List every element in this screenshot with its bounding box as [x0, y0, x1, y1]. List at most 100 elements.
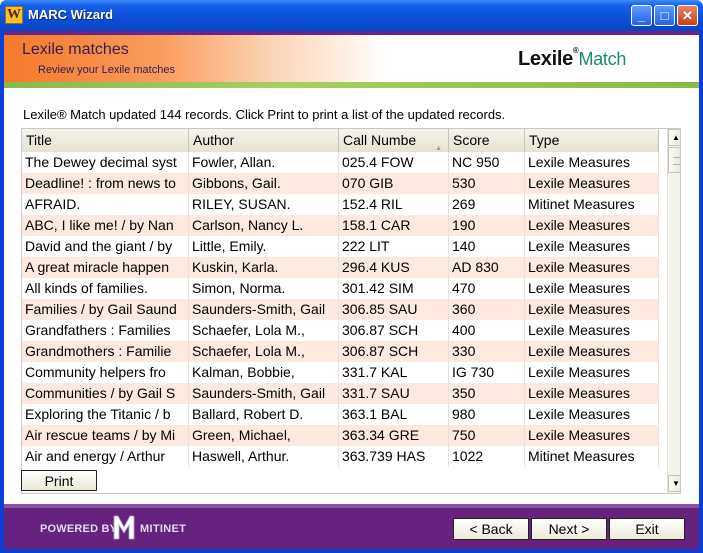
table-cell: NC 950 [449, 152, 525, 173]
table-cell: 269 [449, 194, 525, 215]
table-cell: Exploring the Titanic / b [22, 404, 189, 425]
table-row[interactable]: A great miracle happen Kuskin, Karla. 296.… [22, 257, 659, 278]
table-cell: Saunders-Smith, Gail [189, 383, 339, 404]
column-header-type[interactable]: Type [525, 129, 659, 152]
minimize-button[interactable]: _ [631, 5, 652, 26]
table-cell: 296.4 KUS [339, 257, 449, 278]
table-row[interactable]: Community helpers fro Kalman, Bobbie, 331.… [22, 362, 659, 383]
powered-by-text: POWERED BY [40, 523, 118, 535]
table-cell: Lexile Measures [525, 278, 659, 299]
table-cell: 306.87 SCH [339, 320, 449, 341]
table-cell: 158.1 CAR [339, 215, 449, 236]
table-cell: Communities / by Gail S [22, 383, 189, 404]
mitinet-brand-text: MITINET [140, 523, 187, 535]
table-cell: Lexile Measures [525, 152, 659, 173]
table-cell: David and the giant / by [22, 236, 189, 257]
table-cell: RILEY, SUSAN. [189, 194, 339, 215]
table-cell: 140 [449, 236, 525, 257]
table-cell: 331.7 KAL [339, 362, 449, 383]
table-row[interactable]: Grandmothers : Familie Schaefer, Lola M.,… [22, 341, 659, 362]
scroll-up-icon[interactable]: ▲ [668, 129, 680, 146]
table-cell: Lexile Measures [525, 404, 659, 425]
column-header-label: Type [529, 132, 560, 148]
table-cell: Lexile Measures [525, 299, 659, 320]
header-banner: Lexile matches Review your Lexile matche… [4, 31, 699, 82]
table-row[interactable]: Families / by Gail Saund Saunders-Smith, … [22, 299, 659, 320]
table-row[interactable]: The Dewey decimal syst Fowler, Allan. 025.… [22, 152, 659, 173]
table-cell: 1022 [449, 446, 525, 467]
table-cell: 400 [449, 320, 525, 341]
back-button[interactable]: < Back [453, 518, 529, 540]
maximize-button[interactable]: □ [654, 5, 675, 26]
app-icon[interactable]: W [5, 6, 23, 24]
vertical-scrollbar[interactable]: ▲ ▼ [667, 129, 680, 493]
column-header-label: Score [453, 132, 490, 148]
table-cell: Mitinet Measures [525, 446, 659, 467]
table-cell: Lexile Measures [525, 173, 659, 194]
table-cell: Kuskin, Karla. [189, 257, 339, 278]
table-cell: Grandfathers : Families [22, 320, 189, 341]
table-cell: 190 [449, 215, 525, 236]
print-button[interactable]: Print [21, 470, 97, 491]
scroll-down-icon[interactable]: ▼ [668, 475, 680, 492]
table-cell: All kinds of families. [22, 278, 189, 299]
table-row[interactable]: Air and energy / Arthur Haswell, Arthur. 3… [22, 446, 659, 467]
table-cell: Lexile Measures [525, 425, 659, 446]
marc-wizard-window: W MARC Wizard _ □ ✕ Lexile matches Revie… [0, 0, 703, 553]
table-cell: Community helpers fro [22, 362, 189, 383]
table-cell: Families / by Gail Saund [22, 299, 189, 320]
logo-registered-mark: ® [572, 46, 579, 55]
table-cell: Air rescue teams / by Mi [22, 425, 189, 446]
column-header-label: Call Numbe [343, 132, 417, 148]
logo-match-text: Match [578, 49, 627, 69]
table-cell: 980 [449, 404, 525, 425]
column-header-call-number[interactable]: Call Numbe ▲ [339, 129, 449, 152]
table-cell: A great miracle happen [22, 257, 189, 278]
table-row[interactable]: Grandfathers : Families Schaefer, Lola M.… [22, 320, 659, 341]
wizard-client-area: Lexile matches Review your Lexile matche… [4, 31, 699, 549]
table-cell: Deadline! : from news to [22, 173, 189, 194]
table-cell: AFRAID. [22, 194, 189, 215]
table-body: The Dewey decimal syst Fowler, Allan. 025.… [22, 152, 659, 493]
table-cell: 530 [449, 173, 525, 194]
table-cell: 331.7 SAU [339, 383, 449, 404]
table-cell: The Dewey decimal syst [22, 152, 189, 173]
title-bar[interactable]: W MARC Wizard _ □ ✕ [0, 0, 703, 31]
table-cell: 750 [449, 425, 525, 446]
table-row[interactable]: Communities / by Gail S Saunders-Smith, G… [22, 383, 659, 404]
table-row[interactable]: AFRAID. RILEY, SUSAN. 152.4 RIL 269 Mitinet … [22, 194, 659, 215]
table-cell: Simon, Norma. [189, 278, 339, 299]
table-row[interactable]: Air rescue teams / by Mi Green, Michael, 3… [22, 425, 659, 446]
table-row[interactable]: Deadline! : from news to Gibbons, Gail. 07… [22, 173, 659, 194]
next-button[interactable]: Next > [531, 518, 607, 540]
scrollbar-thumb[interactable] [668, 147, 680, 173]
table-cell: AD 830 [449, 257, 525, 278]
table-cell: Schaefer, Lola M., [189, 320, 339, 341]
table-cell: 025.4 FOW [339, 152, 449, 173]
exit-button[interactable]: Exit [609, 518, 685, 540]
lexile-match-logo: Lexile®Match [518, 46, 627, 71]
column-header-title[interactable]: Title [22, 129, 189, 152]
mitinet-m-logo [113, 515, 135, 540]
table-cell: 470 [449, 278, 525, 299]
table-row[interactable]: All kinds of families. Simon, Norma. 301.4… [22, 278, 659, 299]
table-row[interactable]: ABC, I like me! / by Nan Carlson, Nancy L… [22, 215, 659, 236]
table-cell: Carlson, Nancy L. [189, 215, 339, 236]
table-row[interactable]: Exploring the Titanic / b Ballard, Robert… [22, 404, 659, 425]
table-row[interactable]: David and the giant / by Little, Emily. 22… [22, 236, 659, 257]
column-header-score[interactable]: Score [449, 129, 525, 152]
table-cell: 330 [449, 341, 525, 362]
table-cell: Grandmothers : Familie [22, 341, 189, 362]
close-button[interactable]: ✕ [677, 5, 698, 26]
header-top-divider [4, 31, 699, 35]
table-cell: Green, Michael, [189, 425, 339, 446]
table-cell: 363.34 GRE [339, 425, 449, 446]
table-cell: 363.739 HAS [339, 446, 449, 467]
header-bottom-divider [4, 82, 699, 88]
table-cell: 363.1 BAL [339, 404, 449, 425]
page-title: Lexile matches [22, 41, 129, 58]
footer-bar: POWERED BY MITINET < Back Next > Exit [4, 508, 699, 549]
column-header-author[interactable]: Author [189, 129, 339, 152]
lexile-matches-table[interactable]: Title Author Call Numbe ▲ Score Type The … [21, 128, 681, 494]
table-cell: Lexile Measures [525, 257, 659, 278]
